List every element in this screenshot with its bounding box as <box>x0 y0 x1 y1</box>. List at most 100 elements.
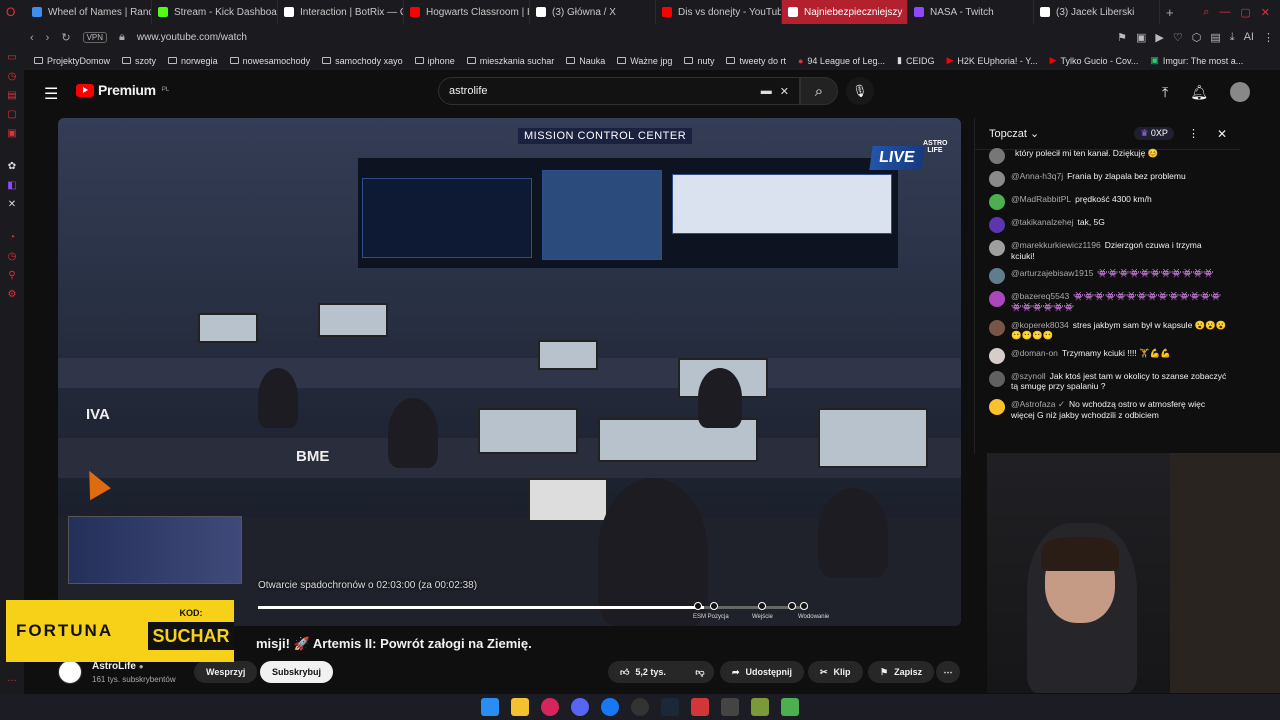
riot-icon[interactable] <box>691 698 709 716</box>
back-icon[interactable]: ‹ <box>30 32 34 44</box>
terminal-icon[interactable] <box>721 698 739 716</box>
video-player[interactable]: MISSION CONTROL CENTER IVA BME LIVE ASTR… <box>58 118 961 626</box>
chat-username[interactable]: @szynoll <box>1011 371 1046 381</box>
keyboard-icon[interactable]: ▬ <box>761 85 772 98</box>
bookmark-link[interactable]: ▣ Imgur: The most a... <box>1150 55 1243 66</box>
chatgpt-icon[interactable]: ✿ <box>8 161 16 172</box>
history-icon[interactable]: ◷ <box>8 71 17 82</box>
voice-search-button[interactable]: 🎙︎ <box>846 77 874 105</box>
chat-username[interactable]: @Anna-h3q7j <box>1011 171 1063 181</box>
hamburger-menu-icon[interactable]: ☰ <box>44 84 58 104</box>
download-icon[interactable]: ⤓ <box>1230 31 1235 44</box>
minimize-button[interactable]: — <box>1219 6 1230 19</box>
chat-username[interactable]: @koperek8034 <box>1011 320 1069 330</box>
url-field[interactable]: www.youtube.com/watch <box>137 32 247 43</box>
notifications-bell-icon[interactable]: 🔔︎ <box>1190 84 1208 101</box>
video-icon[interactable]: ▣ <box>7 128 16 139</box>
close-chat-icon[interactable]: ✕ <box>1217 127 1227 141</box>
search-input[interactable]: astrolife ▬ ✕ <box>438 77 800 105</box>
channel-name[interactable]: AstroLife ● <box>92 661 144 672</box>
search-tabs-icon[interactable]: ⌕ <box>1203 6 1209 19</box>
timer-icon[interactable]: ◷ <box>8 251 17 262</box>
bookmark-link[interactable]: ● 94 League of Leg... <box>798 56 885 66</box>
tab-8[interactable]: NASA - Twitch <box>908 0 1034 24</box>
more-actions-button[interactable]: ⋯ <box>936 661 960 683</box>
save-button[interactable]: ⚑ Zapisz <box>868 661 935 683</box>
chat-avatar[interactable] <box>989 217 1005 233</box>
facebook-icon[interactable] <box>601 698 619 716</box>
vpn-badge[interactable]: VPN <box>82 32 108 43</box>
steam-icon[interactable] <box>661 698 679 716</box>
search-button[interactable]: ⌕ <box>800 77 838 105</box>
chat-avatar[interactable] <box>989 370 1005 387</box>
bookmark-folder[interactable]: ProjektyDomow <box>34 56 110 66</box>
chat-username[interactable]: @arturzajebisaw1915 <box>1011 268 1093 278</box>
chat-avatar[interactable] <box>989 399 1005 415</box>
chapter-marker[interactable] <box>694 602 702 610</box>
close-window-button[interactable]: ✕ <box>1261 6 1270 19</box>
opera-icon[interactable] <box>541 698 559 716</box>
chapter-marker[interactable] <box>758 602 766 610</box>
bookmark-folder[interactable]: tweety do rt <box>726 56 786 66</box>
upload-icon[interactable]: ⤒ <box>1162 84 1168 101</box>
subscribe-button[interactable]: Subskrybuj <box>260 661 334 683</box>
chapter-marker[interactable] <box>710 602 718 610</box>
clock-icon[interactable]: ◔ <box>9 232 15 243</box>
chat-username[interactable]: @MadRabbitPL <box>1011 194 1071 204</box>
share-button[interactable]: ➦ Udostępnij <box>720 661 805 683</box>
wallet-icon[interactable]: ▤ <box>1210 31 1220 44</box>
tab-1[interactable]: Wheel of Names | Rando <box>26 0 152 24</box>
tab-9[interactable]: (3) Jacek Liberski <box>1034 0 1160 24</box>
dislike-button[interactable]: 👎︎ <box>686 661 714 683</box>
bookmark-folder[interactable]: norwegia <box>168 56 218 66</box>
ai-button[interactable]: AI <box>1244 31 1254 44</box>
bookmark-link[interactable]: ▮ CEIDG <box>897 55 934 66</box>
tab-6[interactable]: Dis vs donejty - YouTube <box>656 0 782 24</box>
bookmark-link[interactable]: ▶ H2K EUphoria! - Y... <box>946 55 1037 66</box>
bookmark-icon[interactable]: ⚑ <box>1117 31 1127 44</box>
new-tab-button[interactable]: + <box>1160 5 1180 20</box>
avatar[interactable] <box>1230 82 1250 102</box>
opera-menu[interactable]: O <box>0 0 26 24</box>
forward-icon[interactable]: › <box>46 32 50 44</box>
heart-icon[interactable]: ♡ <box>1173 31 1183 44</box>
pin-icon[interactable]: ⚲ <box>8 270 15 281</box>
support-button[interactable]: Wesprzyj <box>194 661 258 683</box>
tab-2[interactable]: Stream - Kick Dashboard <box>152 0 278 24</box>
bookmark-folder[interactable]: Nauka <box>566 56 605 66</box>
file-explorer-icon[interactable] <box>511 698 529 716</box>
twitch-icon[interactable]: ◧ <box>7 180 16 191</box>
tab-3[interactable]: Interaction | BotRix — Cl <box>278 0 404 24</box>
chat-username[interactable]: @doman-on <box>1011 348 1058 358</box>
bookmark-folder[interactable]: nowesamochody <box>229 56 310 66</box>
chat-username[interactable]: @bazereq5543 <box>1011 291 1069 301</box>
bookmark-folder[interactable]: iphone <box>414 56 455 66</box>
maximize-button[interactable]: ▢ <box>1240 6 1250 19</box>
tab-7-active[interactable]: Najniebezpieczniejszy <box>782 0 908 24</box>
discord-icon[interactable] <box>571 698 589 716</box>
chat-username[interactable]: @takikanalzehej <box>1011 217 1074 227</box>
chat-menu-icon[interactable]: ⋮ <box>1188 127 1199 140</box>
game-icon[interactable] <box>751 698 769 716</box>
gear-icon[interactable]: ⚙ <box>8 289 17 300</box>
chapter-marker[interactable] <box>788 602 796 610</box>
reload-icon[interactable]: ↻ <box>61 31 70 44</box>
chat-avatar[interactable] <box>989 240 1005 256</box>
player-icon[interactable]: ▶ <box>1155 31 1163 44</box>
extensions-icon[interactable]: ⬡ <box>1192 31 1202 44</box>
chat-mode-dropdown[interactable]: Topczat ⌄ <box>989 127 1039 140</box>
chat-avatar[interactable] <box>989 291 1005 308</box>
chat-avatar[interactable] <box>989 148 1005 164</box>
chat-avatar[interactable] <box>989 171 1005 187</box>
x-icon[interactable]: ✕ <box>8 199 16 210</box>
chat-icon[interactable]: ▢ <box>7 109 16 120</box>
chat-avatar[interactable] <box>989 347 1005 364</box>
bookmark-folder[interactable]: mieszkania suchar <box>466 56 554 66</box>
youtube-logo[interactable]: Premium PL <box>76 82 169 98</box>
chat-username[interactable]: @Astrofaza ✓ <box>1011 399 1065 409</box>
bookmark-link[interactable]: ▶ Tylko Gucio - Cov... <box>1050 55 1139 66</box>
bookmark-folder[interactable]: Ważne jpg <box>617 56 672 66</box>
windows-start-icon[interactable] <box>481 698 499 716</box>
more-icon[interactable]: … <box>7 673 17 684</box>
chat-avatar[interactable] <box>989 268 1005 285</box>
